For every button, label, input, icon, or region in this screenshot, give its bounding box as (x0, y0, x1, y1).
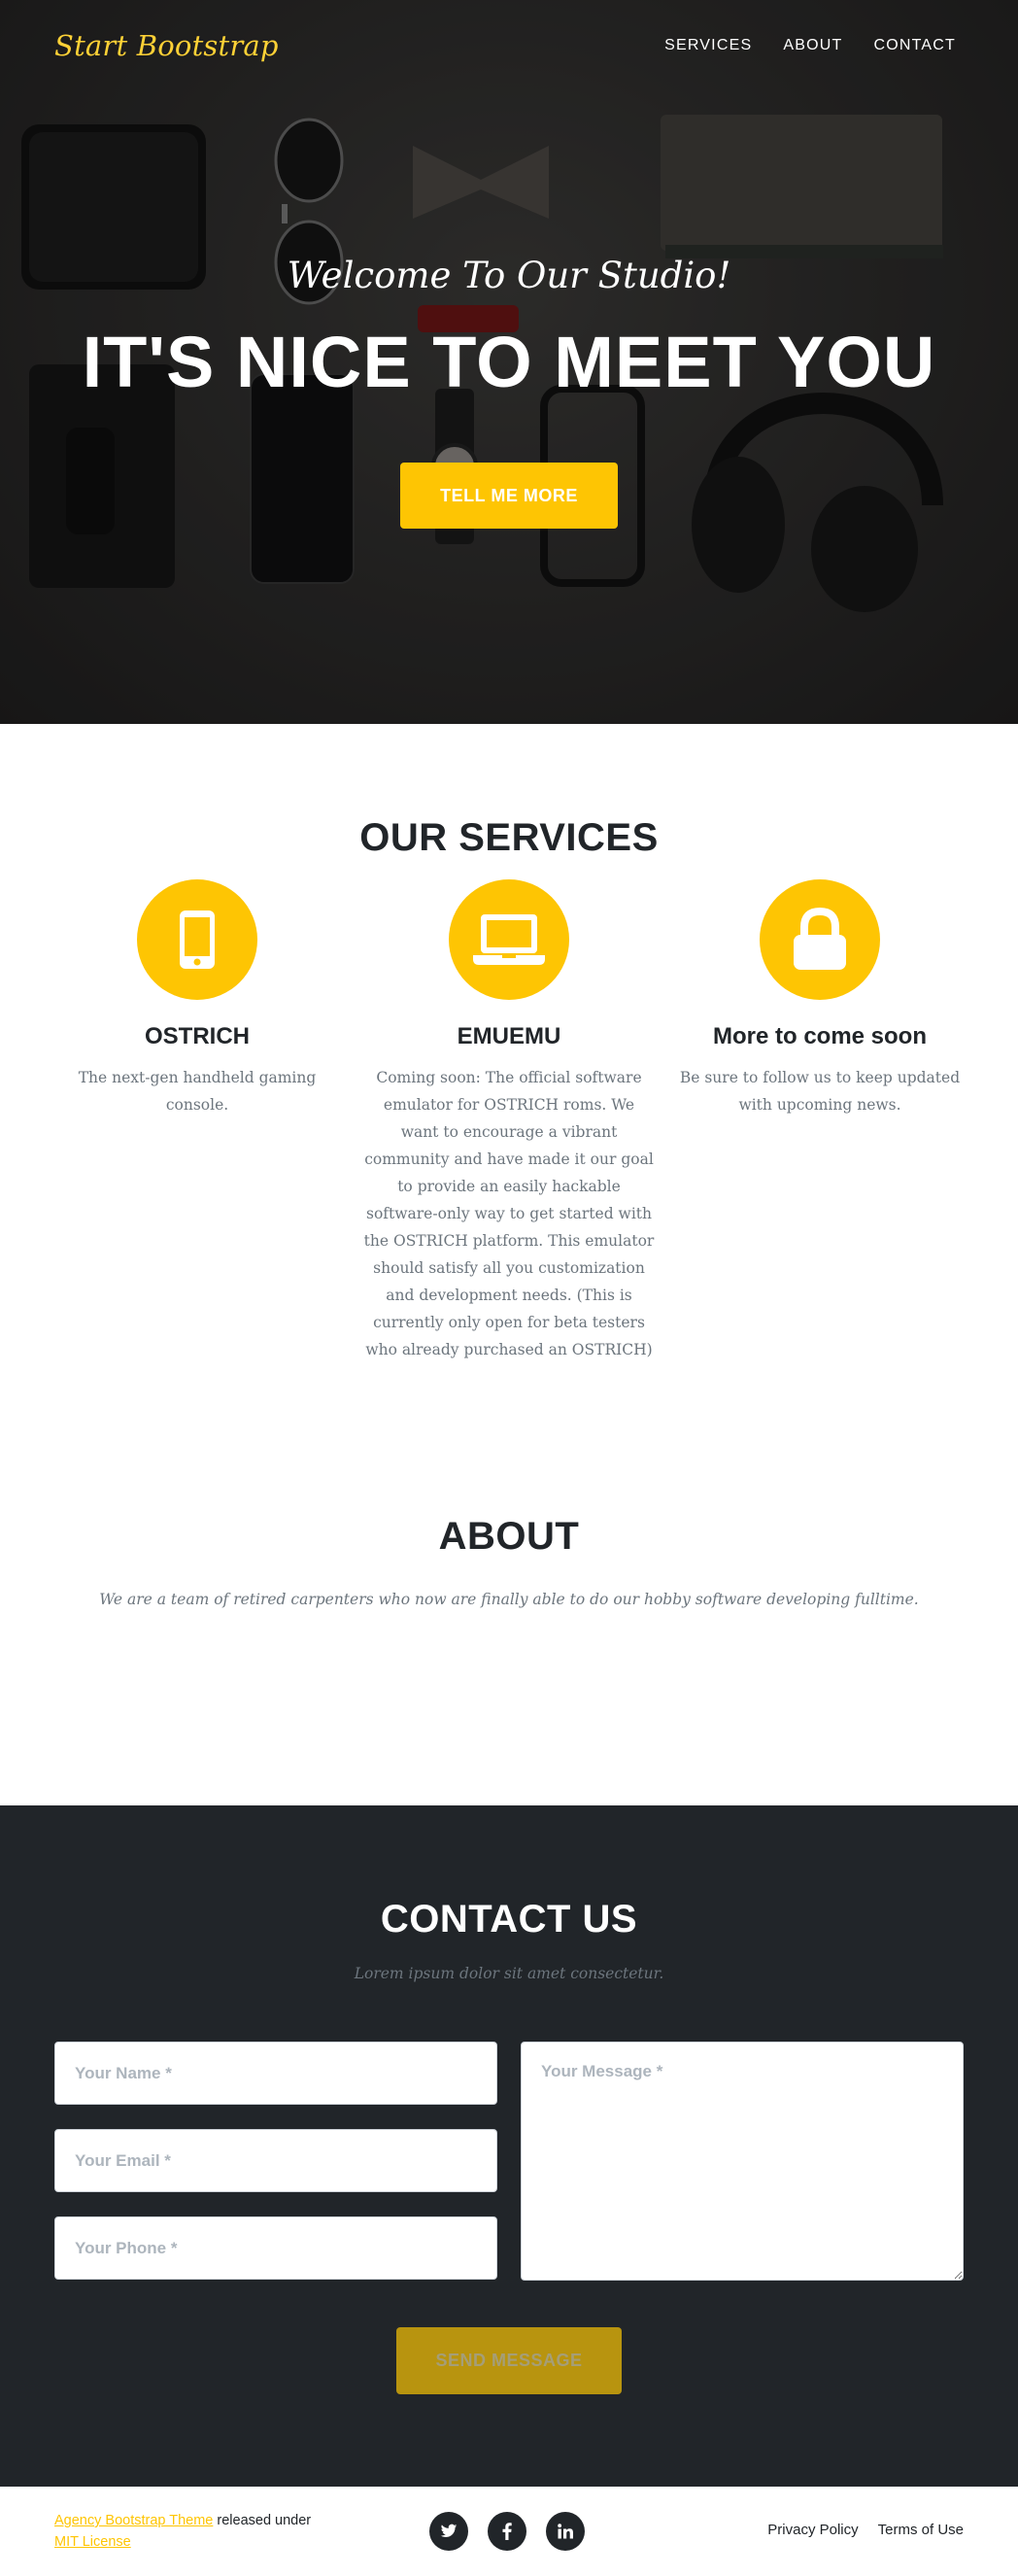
contact-heading: CONTACT US (380, 1898, 638, 1941)
theme-link[interactable]: Agency Bootstrap Theme (54, 2513, 213, 2528)
nav-links: SERVICES ABOUT CONTACT (664, 37, 956, 54)
service-item-more-to-come: More to come soon Be sure to follow us t… (674, 879, 966, 1118)
privacy-policy-link[interactable]: Privacy Policy (767, 2522, 858, 2538)
service-item-emuemu: EMUEMU Coming soon: The official softwar… (363, 879, 655, 1363)
brand-logo[interactable]: Start Bootstrap (54, 29, 279, 62)
send-message-button[interactable]: SEND MESSAGE (396, 2327, 622, 2394)
service-title: More to come soon (712, 1023, 928, 1049)
laptop-icon (473, 914, 545, 965)
license-link[interactable]: MIT License (54, 2534, 131, 2550)
footer-links: Privacy Policy Terms of Use (767, 2522, 964, 2538)
email-input[interactable] (54, 2129, 497, 2192)
service-text: The next-gen handheld gaming console. (78, 1069, 317, 1114)
hero-section: Welcome To Our Studio! IT'S NICE TO MEET… (0, 0, 1018, 724)
lock-icon (794, 908, 846, 970)
nav-link-contact[interactable]: CONTACT (873, 37, 956, 54)
copyright: Agency Bootstrap Theme released under MI… (54, 2510, 311, 2553)
service-icon-circle (760, 879, 880, 1000)
services-heading: OUR SERVICES (359, 816, 659, 859)
linkedin-icon[interactable] (546, 2512, 585, 2551)
nav-link-about[interactable]: ABOUT (783, 37, 842, 54)
name-input[interactable] (54, 2042, 497, 2105)
terms-of-use-link[interactable]: Terms of Use (878, 2522, 964, 2538)
tell-me-more-button[interactable]: TELL ME MORE (400, 463, 618, 529)
service-icon-circle (137, 879, 257, 1000)
twitter-icon[interactable] (429, 2512, 468, 2551)
service-title: EMUEMU (457, 1023, 561, 1049)
hero-heading: IT'S NICE TO MEET YOU (82, 322, 936, 402)
facebook-icon[interactable] (488, 2512, 526, 2551)
about-heading: ABOUT (438, 1515, 580, 1558)
footer: Agency Bootstrap Theme released under MI… (0, 2487, 1018, 2576)
contact-subheading: Lorem ipsum dolor sit amet consectetur. (354, 1965, 664, 1982)
send-message-label: SEND MESSAGE (435, 2351, 583, 2370)
contact-section: CONTACT US Lorem ipsum dolor sit amet co… (0, 1805, 1018, 2487)
service-text: Be sure to follow us to keep updated wit… (679, 1069, 961, 1114)
nav-link-services[interactable]: SERVICES (664, 37, 752, 54)
about-text: We are a team of retired carpenters who … (99, 1591, 919, 1608)
navbar: Start Bootstrap SERVICES ABOUT CONTACT (0, 0, 1018, 91)
message-textarea[interactable] (521, 2042, 964, 2281)
hero-subheading: Welcome To Our Studio! (287, 255, 731, 296)
service-title: OSTRICH (145, 1023, 250, 1049)
social-links (429, 2512, 585, 2551)
phone-input[interactable] (54, 2216, 497, 2280)
service-item-ostrich: OSTRICH The next-gen handheld gaming con… (51, 879, 343, 1118)
about-section: ABOUT We are a team of retired carpenter… (0, 1484, 1018, 1805)
services-section: OUR SERVICES OSTRICH The next-gen handhe… (0, 724, 1018, 1484)
mobile-phone-icon (180, 910, 215, 969)
released-text: released under (213, 2513, 312, 2528)
service-icon-circle (449, 879, 569, 1000)
service-text: Coming soon: The official software emula… (363, 1069, 655, 1358)
